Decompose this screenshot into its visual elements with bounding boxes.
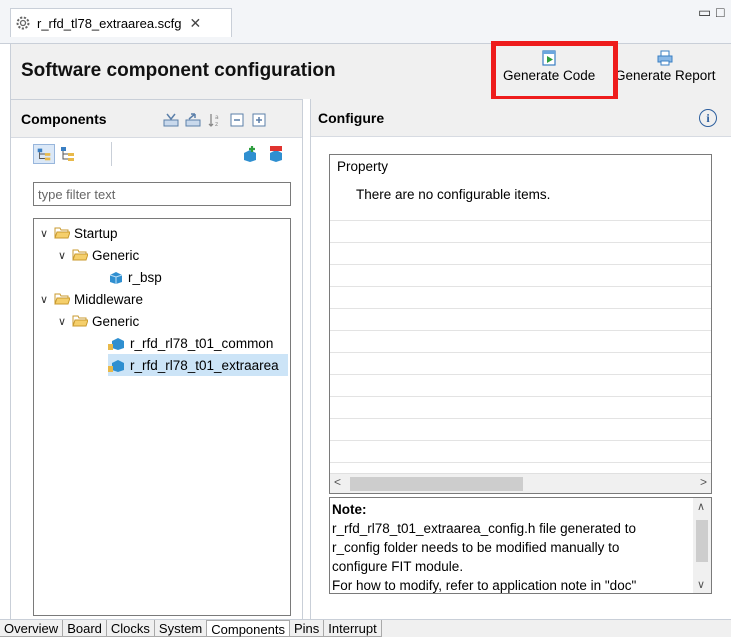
generate-report-button[interactable]: Generate Report [615, 50, 716, 83]
generate-report-icon [657, 50, 673, 66]
chevron-down-icon[interactable]: ∨ [58, 315, 70, 328]
minimize-icon[interactable]: ▭ [698, 4, 711, 21]
maximize-icon[interactable]: □ [716, 4, 724, 20]
tree-node-label: Generic [92, 313, 140, 329]
property-column-header: Property [337, 159, 389, 174]
tree-node-middleware[interactable]: ∨ Middleware [40, 288, 143, 310]
toolbar-separator [111, 142, 112, 166]
svg-text:z: z [215, 121, 218, 128]
tab-clocks[interactable]: Clocks [106, 620, 155, 637]
scroll-left-icon[interactable]: < [334, 475, 341, 489]
highlight-box [491, 41, 618, 101]
editor-tab-label: r_rfd_tl78_extraarea.scfg [37, 15, 182, 31]
tab-components[interactable]: Components [207, 620, 290, 637]
chevron-down-icon[interactable]: ∨ [40, 293, 52, 306]
folder-open-icon [72, 315, 88, 327]
tab-interrupt[interactable]: Interrupt [324, 620, 382, 637]
configure-panel-title: Configure [318, 109, 385, 126]
tree-node-rfd-extraarea[interactable]: r_rfd_rl78_t01_extraarea [108, 354, 288, 376]
tab-board[interactable]: Board [63, 620, 107, 637]
svg-text:a: a [215, 114, 219, 121]
configuration-header: Software component configuration Generat… [10, 44, 731, 99]
folder-open-icon [54, 293, 70, 305]
info-icon[interactable]: i [699, 109, 717, 127]
tree-node-label: Startup [74, 225, 118, 241]
editor-tab-strip: r_rfd_tl78_extraarea.scfg ✕ ▭ □ [0, 0, 731, 44]
tree-node-label: r_rfd_rl78_t01_common [130, 335, 274, 351]
components-panel-title: Components [21, 110, 107, 127]
tree-node-startup[interactable]: ∨ Startup [40, 222, 118, 244]
tab-overview[interactable]: Overview [0, 620, 64, 637]
chevron-down-icon[interactable]: ∨ [58, 249, 70, 262]
property-table: Property There are no configurable items… [329, 154, 712, 494]
tab-system[interactable]: System [154, 620, 208, 637]
note-line: r_rfd_rl78_t01_extraarea_config.h file g… [332, 521, 636, 536]
scroll-down-icon[interactable]: ∨ [697, 578, 705, 591]
maximize-tree-icon[interactable] [251, 112, 267, 128]
note-line: For how to modify, refer to application … [332, 578, 637, 593]
collapse-all-icon[interactable] [163, 112, 179, 128]
chevron-down-icon[interactable]: ∨ [40, 227, 52, 240]
components-toolbar: az [163, 112, 267, 128]
page-title: Software component configuration [21, 60, 336, 81]
scroll-right-icon[interactable]: > [700, 475, 707, 489]
editor-tab-scfg[interactable]: r_rfd_tl78_extraarea.scfg ✕ [10, 8, 232, 37]
tree-node-label: r_bsp [128, 269, 162, 285]
note-line: configure FIT module. [332, 559, 464, 574]
property-rows [330, 199, 711, 474]
tree-node-startup-generic[interactable]: ∨ Generic [58, 244, 139, 266]
flat-view-icon[interactable] [58, 144, 78, 164]
minimize-tree-icon[interactable] [229, 112, 245, 128]
sort-icon[interactable]: az [207, 112, 223, 128]
configure-panel-header: Configure i [311, 99, 731, 137]
configure-panel: Configure i Property There are no config… [310, 99, 731, 621]
generate-report-label: Generate Report [615, 68, 716, 83]
tree-node-label: Generic [92, 247, 140, 263]
hierarchical-view-icon[interactable] [33, 144, 55, 164]
component-tree: ∨ Startup ∨ Generic r_bsp ∨ Middleware ∨… [33, 218, 291, 616]
folder-open-icon [72, 249, 88, 261]
remove-component-icon[interactable] [267, 145, 285, 163]
tree-node-rfd-common[interactable]: r_rfd_rl78_t01_common [108, 332, 273, 354]
scrollbar-thumb[interactable] [350, 477, 523, 491]
component-cube-icon [108, 338, 124, 350]
components-panel-header: Components az [11, 100, 302, 138]
tree-node-label: r_rfd_rl78_t01_extraarea [130, 357, 279, 373]
note-title: Note: [332, 502, 367, 517]
add-component-icon[interactable] [241, 145, 259, 163]
note-text: Note: r_rfd_rl78_t01_extraarea_config.h … [332, 500, 687, 593]
bottom-tab-bar: Overview Board Clocks System Components … [0, 619, 731, 637]
tree-node-middleware-generic[interactable]: ∨ Generic [58, 310, 139, 332]
gear-icon [16, 16, 30, 30]
tree-node-label: Middleware [74, 291, 144, 307]
note-box: Note: r_rfd_rl78_t01_extraarea_config.h … [329, 497, 712, 594]
component-cube-icon [109, 272, 123, 284]
tree-node-r-bsp[interactable]: r_bsp [108, 266, 162, 288]
vertical-scrollbar[interactable]: ∧ ∨ [693, 498, 711, 593]
horizontal-scrollbar[interactable]: < > [330, 473, 711, 493]
components-view-toolbar [33, 142, 293, 166]
tab-pins[interactable]: Pins [289, 620, 325, 637]
close-icon[interactable]: ✕ [190, 15, 202, 32]
scroll-up-icon[interactable]: ∧ [697, 500, 705, 513]
note-line: r_config folder needs to be modified man… [332, 540, 620, 555]
components-panel: Components az ∨ Startup ∨ [10, 99, 303, 621]
scrollbar-thumb[interactable] [696, 520, 708, 562]
component-filter-input[interactable] [33, 182, 291, 206]
component-cube-icon [108, 360, 124, 372]
folder-open-icon [54, 227, 70, 239]
expand-all-icon[interactable] [185, 112, 201, 128]
